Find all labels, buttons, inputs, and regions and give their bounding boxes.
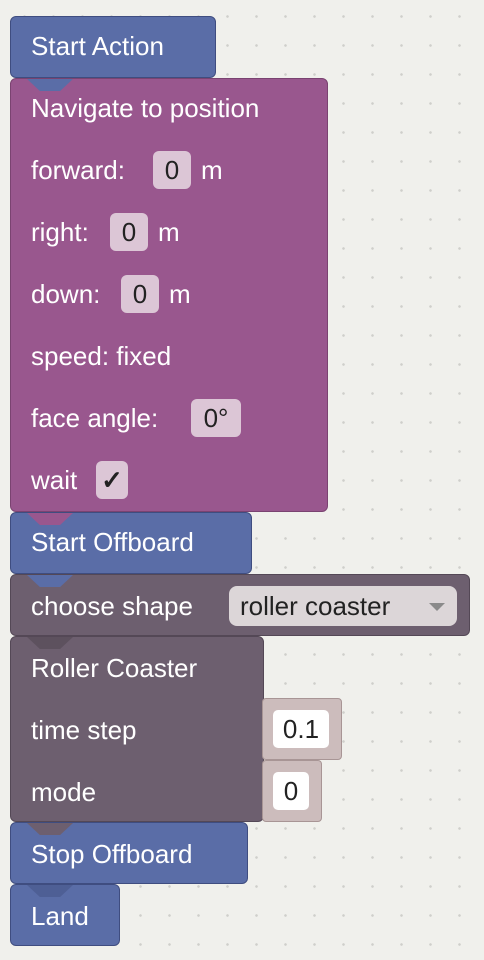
shape-dropdown[interactable]: roller coaster — [229, 586, 457, 626]
roller-coaster-title: Roller Coaster — [31, 653, 198, 683]
start-offboard-label: Start Offboard — [31, 527, 194, 557]
shape-dropdown-value: roller coaster — [240, 591, 391, 621]
choose-shape-block[interactable]: choose shape roller coaster — [10, 574, 470, 636]
stop-offboard-label: Stop Offboard — [31, 839, 193, 869]
land-label: Land — [31, 901, 89, 931]
speed-label: speed: fixed — [31, 341, 172, 371]
wait-label: wait — [31, 465, 78, 495]
down-label: down: — [31, 279, 101, 309]
connector-notch — [27, 823, 73, 835]
right-label: right: — [31, 217, 89, 247]
forward-label: forward: — [31, 155, 125, 185]
down-input[interactable]: 0 — [121, 275, 159, 313]
connector-notch — [27, 885, 73, 897]
connector-notch — [27, 575, 73, 587]
navigate-to-position-block[interactable]: Navigate to position forward: 0 m right:… — [10, 78, 328, 512]
start-offboard-block[interactable]: Start Offboard — [10, 512, 252, 574]
wait-checkbox[interactable]: ✓ — [96, 461, 128, 499]
chevron-down-icon — [429, 603, 445, 611]
time-step-value-block[interactable]: 0.1 — [262, 698, 342, 760]
time-step-label: time step — [31, 715, 137, 745]
right-unit: m — [158, 217, 180, 247]
down-unit: m — [169, 279, 191, 309]
face-angle-input[interactable]: 0° — [191, 399, 241, 437]
forward-unit: m — [201, 155, 223, 185]
right-input[interactable]: 0 — [110, 213, 148, 251]
mode-label: mode — [31, 777, 97, 807]
connector-notch — [27, 79, 73, 91]
navigate-title: Navigate to position — [31, 93, 260, 123]
roller-coaster-block[interactable]: Roller Coaster time step mode — [10, 636, 264, 822]
connector-notch — [27, 513, 73, 525]
start-action-label: Start Action — [31, 31, 164, 61]
forward-input[interactable]: 0 — [153, 151, 191, 189]
mode-value-block[interactable]: 0 — [262, 760, 322, 822]
mode-input[interactable]: 0 — [273, 772, 309, 810]
time-step-input[interactable]: 0.1 — [273, 710, 329, 748]
start-action-block[interactable]: Start Action — [10, 16, 216, 78]
land-block[interactable]: Land — [10, 884, 120, 946]
choose-shape-label: choose shape — [31, 591, 193, 621]
face-angle-label: face angle: — [31, 403, 159, 433]
stop-offboard-block[interactable]: Stop Offboard — [10, 822, 248, 884]
connector-notch — [27, 637, 73, 649]
